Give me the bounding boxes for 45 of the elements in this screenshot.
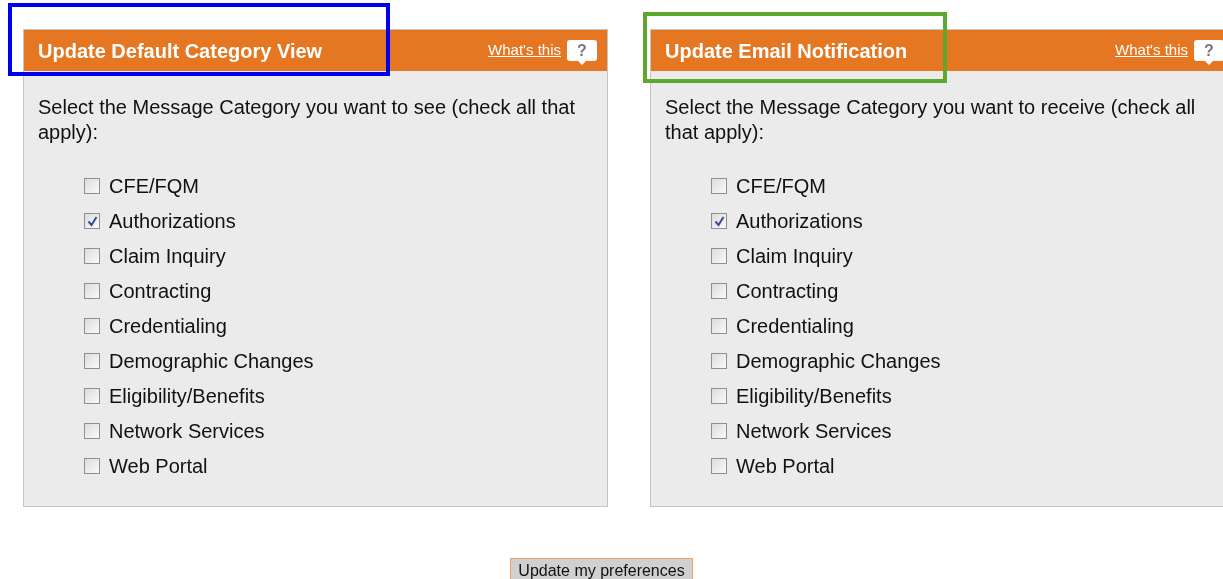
option-label: Web Portal	[736, 454, 835, 479]
checkbox[interactable]	[711, 353, 727, 369]
checkbox[interactable]	[711, 458, 727, 474]
option-label: Authorizations	[109, 209, 236, 234]
checkbox[interactable]	[84, 178, 100, 194]
checkbox[interactable]	[711, 248, 727, 264]
checkbox[interactable]	[711, 318, 727, 334]
checkbox[interactable]	[84, 283, 100, 299]
option-label: Demographic Changes	[109, 349, 314, 374]
checkbox[interactable]	[711, 388, 727, 404]
option-label: Demographic Changes	[736, 349, 941, 374]
checkbox[interactable]	[84, 318, 100, 334]
checkbox[interactable]	[84, 353, 100, 369]
option-label: Claim Inquiry	[109, 244, 226, 269]
check-icon	[86, 215, 98, 227]
option-label: Web Portal	[109, 454, 208, 479]
checkbox[interactable]	[711, 178, 727, 194]
instruction-text: Select the Message Category you want to receive (check all that apply):	[665, 95, 1197, 145]
checkbox[interactable]	[84, 388, 100, 404]
panel-title: Update Default Category View	[38, 38, 323, 64]
option-label: Eligibility/Benefits	[109, 384, 265, 409]
checkbox[interactable]	[711, 283, 727, 299]
help-link[interactable]: What's this	[488, 39, 561, 62]
checkbox[interactable]	[84, 213, 100, 229]
instruction-text: Select the Message Category you want to see (check all that apply):	[38, 95, 576, 145]
option-label: Authorizations	[736, 209, 863, 234]
checkbox[interactable]	[84, 423, 100, 439]
option-label: Credentialing	[736, 314, 854, 339]
option-label: Contracting	[109, 279, 212, 304]
option-label: Eligibility/Benefits	[736, 384, 892, 409]
option-label: CFE/FQM	[736, 174, 826, 199]
help-link[interactable]: What's this	[1115, 39, 1188, 62]
checkbox[interactable]	[84, 248, 100, 264]
panel-title: Update Email Notification	[665, 38, 908, 64]
option-label: Claim Inquiry	[736, 244, 853, 269]
option-label: Contracting	[736, 279, 839, 304]
option-label: Network Services	[109, 419, 265, 444]
checkbox[interactable]	[84, 458, 100, 474]
checkbox[interactable]	[711, 423, 727, 439]
option-label: CFE/FQM	[109, 174, 199, 199]
option-label: Network Services	[736, 419, 892, 444]
checkbox[interactable]	[711, 213, 727, 229]
check-icon	[713, 215, 725, 227]
update-preferences-button[interactable]: Update my preferences	[510, 558, 693, 579]
option-label: Credentialing	[109, 314, 227, 339]
